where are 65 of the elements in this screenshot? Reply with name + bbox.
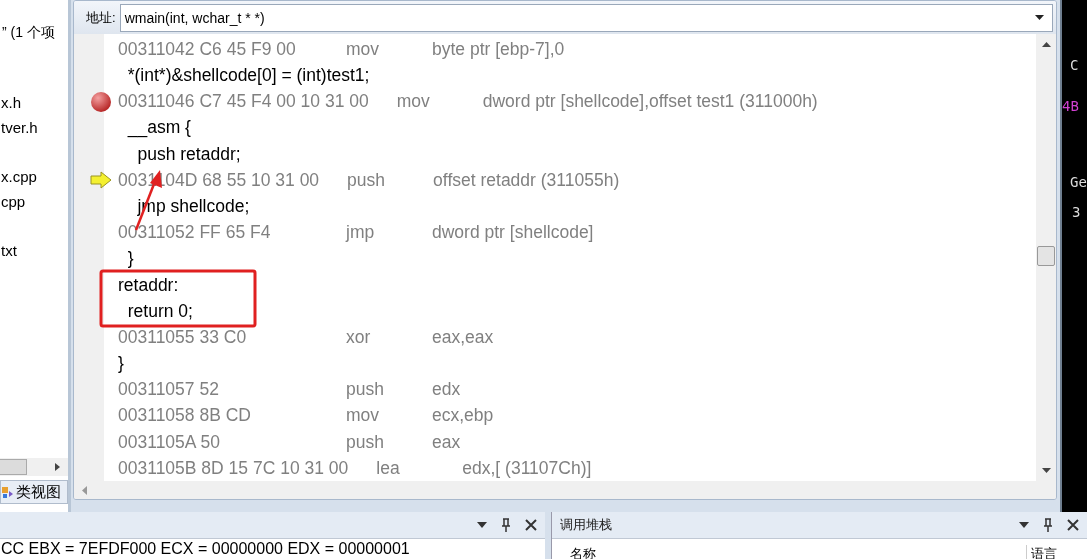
class-view-tab[interactable]: 类视图 (0, 480, 68, 504)
file-item[interactable]: x.h (1, 94, 68, 119)
source-line: } (118, 353, 124, 375)
instruction-mnemonic: mov (346, 405, 381, 427)
source-line: retaddr: (118, 274, 179, 296)
address-label: 地址: (86, 8, 116, 27)
source-line: *(int*)&shellcode[0] = (int)test1; (126, 65, 370, 86)
instruction-bytes: 00311055 33 C0 (118, 326, 248, 348)
instruction-mnemonic: push (346, 431, 385, 453)
file-item[interactable]: cpp (1, 193, 68, 218)
dropdown-caret-icon[interactable] (477, 522, 487, 528)
dropdown-caret-icon[interactable] (1019, 522, 1029, 528)
registers-text: CC EBX = 7EFDF000 ECX = 00000000 EDX = 00000001 (1, 539, 411, 558)
address-dropdown[interactable]: wmain(int, wchar_t * *) (119, 3, 1053, 32)
instruction-mnemonic: push (346, 379, 385, 401)
instruction-operand: edx (432, 379, 461, 401)
scroll-thumb[interactable] (1037, 246, 1055, 267)
file-item[interactable]: tver.h (1, 119, 68, 144)
instruction-mnemonic: jmp (346, 222, 376, 244)
source-line: } (126, 248, 134, 270)
scroll-down-icon[interactable] (1041, 468, 1051, 474)
console-text: Ge (1069, 174, 1087, 190)
instruction-bytes: 00311057 52 (118, 379, 220, 401)
instruction-bytes: 00311042 C6 45 F9 00 (118, 38, 297, 60)
instruction-mnemonic: xor (346, 326, 372, 348)
file-item[interactable]: x.cpp (1, 168, 68, 193)
source-line: __asm { (126, 117, 191, 139)
close-icon[interactable] (1067, 519, 1079, 531)
instruction-operand: offset retaddr (311055h) (433, 169, 620, 191)
pin-icon[interactable] (1043, 518, 1053, 532)
source-line: return 0; (126, 300, 193, 322)
instruction-bytes: 0031105B 8D 15 7C 10 31 00 (118, 457, 349, 479)
console-text: C (1069, 57, 1080, 73)
instruction-operand: edx,[ (31107Ch)] (462, 457, 592, 479)
column-header[interactable]: 语言 (1026, 545, 1087, 559)
instruction-mnemonic: mov (396, 91, 431, 113)
file-item[interactable]: txt (1, 242, 68, 267)
instruction-operand: eax (432, 431, 461, 453)
horizontal-scrollbar[interactable] (74, 481, 1056, 499)
source-line: push retaddr; (136, 143, 241, 165)
instruction-bytes: 00311058 8B CD (118, 405, 252, 427)
instruction-mnemonic: mov (346, 38, 381, 60)
breakpoint-icon[interactable] (90, 90, 112, 113)
explorer-header: ” (1 个项 (2, 23, 56, 42)
instruction-operand: ecx,ebp (432, 405, 494, 427)
console-text: 4B (1062, 98, 1080, 114)
vertical-scrollbar[interactable] (1036, 34, 1056, 482)
instruction-mnemonic: push (347, 169, 387, 191)
instruction-bytes: 00311052 FF 65 F4 (118, 222, 272, 244)
dropdown-caret-icon (1035, 15, 1044, 21)
column-header[interactable]: 名称 (552, 545, 1026, 559)
console-text: 3 (1071, 204, 1082, 220)
close-icon[interactable] (525, 519, 537, 531)
instruction-operand: byte ptr [ebp-7],0 (432, 38, 565, 60)
instruction-operand: eax,eax (432, 326, 494, 348)
instruction-bytes: 00311046 C7 45 F4 00 10 31 00 (118, 91, 369, 113)
instruction-operand: dword ptr [shellcode],offset test1 (311000h) (482, 91, 818, 113)
horizontal-scrollbar[interactable] (0, 458, 68, 476)
scroll-up-icon[interactable] (1041, 42, 1051, 48)
pane-title: 调用堆栈 (559, 516, 612, 534)
instruction-mnemonic: lea (376, 457, 401, 479)
instruction-operand: dword ptr [shellcode] (432, 222, 594, 244)
class-view-icon (1, 485, 15, 499)
pin-icon[interactable] (501, 518, 511, 532)
instruction-bytes: 0031105A 50 (118, 431, 221, 453)
